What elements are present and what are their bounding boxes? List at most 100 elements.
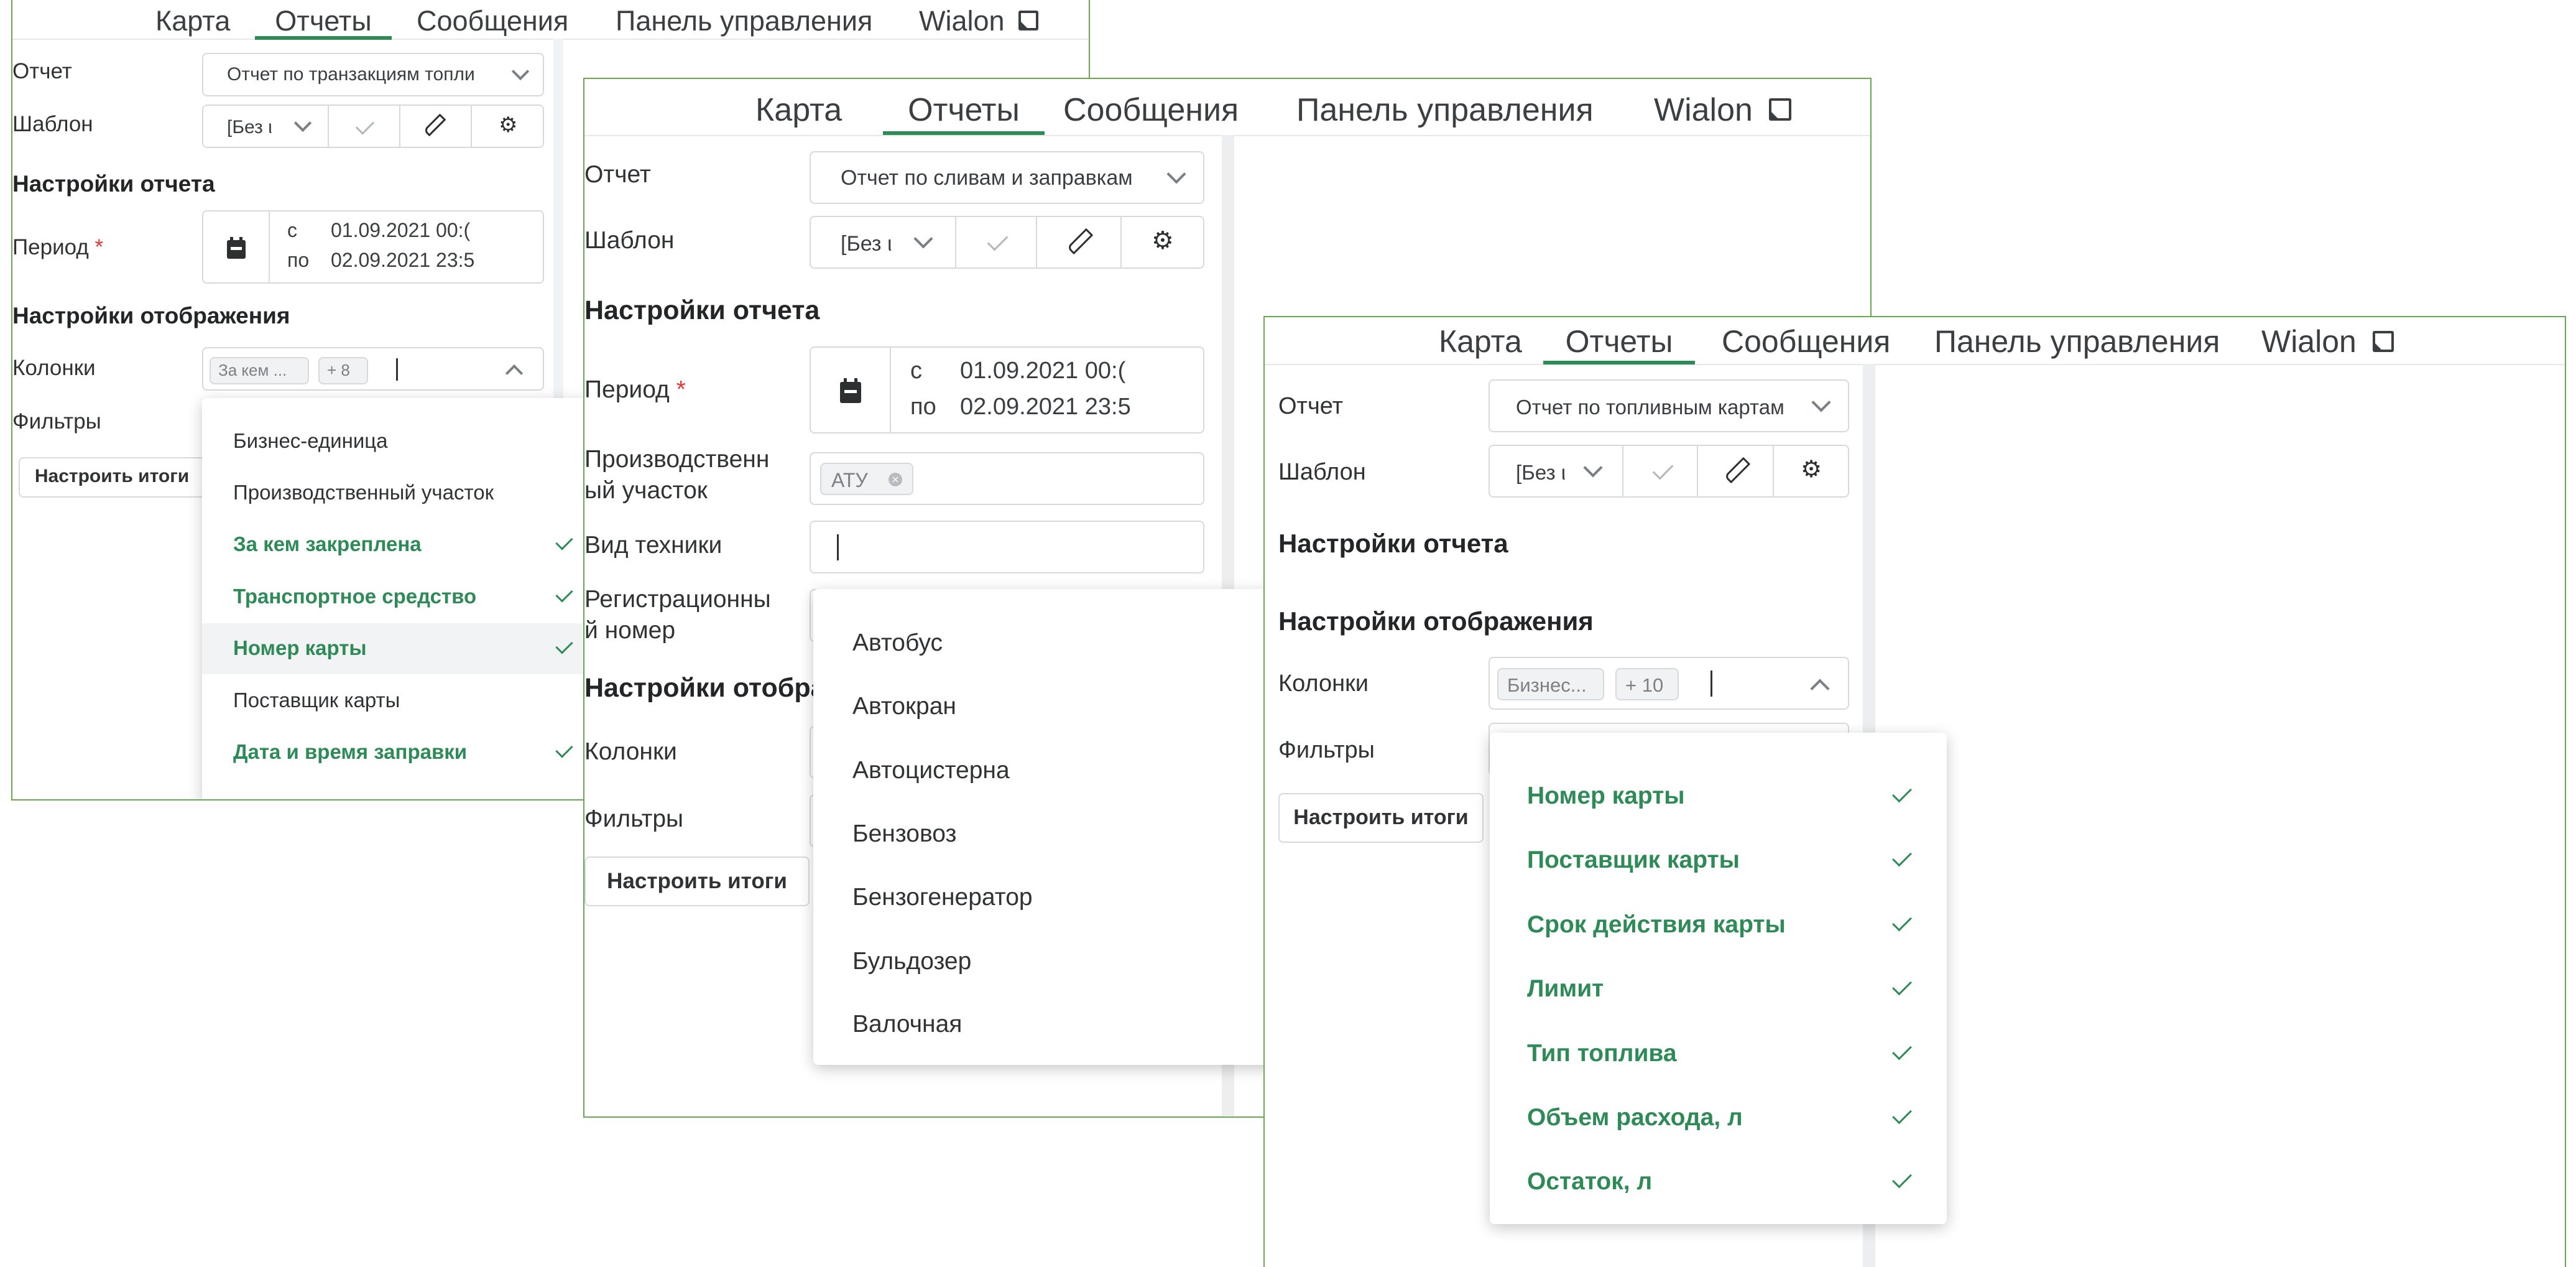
setup-totals-button[interactable]: Настроить итоги	[1278, 793, 1484, 843]
period-to-label: по	[910, 394, 936, 420]
dropdown-option[interactable]: Автобус	[852, 629, 943, 657]
nav-wialon[interactable]: Wialon	[919, 5, 1039, 37]
dropdown-option[interactable]: Производственный участок	[233, 481, 494, 504]
remove-tag-icon[interactable]: ×	[889, 473, 902, 486]
period-label-text: Период	[584, 376, 670, 403]
text-cursor	[1710, 671, 1712, 697]
nav-messages[interactable]: Сообщения	[1063, 91, 1239, 129]
dropdown-option[interactable]: Бизнес-единица	[233, 429, 388, 453]
calendar-icon[interactable]	[840, 378, 861, 403]
period-picker[interactable]: с 01.09.2021 00:( по 02.09.2021 23:5	[810, 346, 1204, 434]
dropdown-option[interactable]: Бензогенератор	[852, 884, 1033, 911]
dropdown-option[interactable]: Валочная	[852, 1011, 962, 1038]
report-select-value: Отчет по топливным картам	[1516, 396, 1784, 419]
production-site-multiselect[interactable]: АТУ ×	[810, 452, 1204, 505]
more-tag: + 8	[318, 357, 368, 384]
dropdown-option[interactable]: Номер карты	[233, 636, 367, 660]
dropdown-option[interactable]: Автокран	[852, 693, 956, 720]
dropdown-option[interactable]: Лимит	[1527, 975, 1604, 1003]
dropdown-option[interactable]: Бензовоз	[852, 820, 956, 848]
template-select-value[interactable]: [Без ι	[841, 232, 897, 256]
period-from-label: с	[287, 219, 297, 241]
period-picker[interactable]: с 01.09.2021 00:( по 02.09.2021 23:5	[202, 210, 544, 284]
report-label: Отчет	[12, 59, 72, 83]
nav-reports[interactable]: Отчеты	[1543, 323, 1695, 364]
report-select[interactable]: Отчет по транзакциям топли	[202, 53, 544, 96]
dropdown-option[interactable]: Срок действия карты	[1527, 911, 1786, 939]
columns-dropdown: Номер карты Поставщик карты Срок действи…	[1490, 733, 1947, 1224]
columns-multiselect[interactable]: Бизнес... + 10	[1489, 657, 1849, 710]
setup-totals-button[interactable]: Настроить итоги	[19, 457, 205, 498]
period-label: Период *	[12, 235, 103, 260]
divider	[1120, 217, 1122, 267]
more-tag: + 10	[1615, 668, 1679, 700]
equipment-type-input[interactable]	[810, 521, 1204, 573]
production-site-tag-label: АТУ	[831, 469, 868, 491]
apply-check-icon[interactable]	[987, 230, 1009, 251]
dropdown-option[interactable]: Номер карты	[1527, 782, 1685, 810]
report-select[interactable]: Отчет по сливам и заправкам	[810, 151, 1204, 204]
chevron-up-icon	[1810, 679, 1830, 698]
nav-messages[interactable]: Сообщения	[417, 5, 568, 37]
dropdown-option[interactable]: Поставщик карты	[1527, 847, 1740, 874]
dropdown-option[interactable]: Тип топлива	[1527, 1040, 1677, 1067]
filters-label: Фильтры	[1278, 737, 1375, 763]
template-label: Шаблон	[12, 112, 93, 136]
template-select-value[interactable]: [Без ι	[227, 117, 277, 138]
report-select[interactable]: Отчет по топливным картам	[1489, 379, 1849, 432]
template-select-value[interactable]: [Без ι	[1516, 461, 1569, 485]
nav-dashboard[interactable]: Панель управления	[1296, 91, 1594, 129]
nav-wialon-label: Wialon	[1654, 92, 1753, 128]
nav-dashboard[interactable]: Панель управления	[616, 5, 872, 37]
check-icon	[1892, 1104, 1912, 1125]
nav-reports[interactable]: Отчеты	[255, 5, 392, 40]
equipment-type-label: Вид техники	[584, 532, 722, 559]
nav-messages[interactable]: Сообщения	[1722, 323, 1890, 360]
columns-multiselect[interactable]: За кем ... + 8	[202, 347, 544, 391]
external-link-icon	[1769, 98, 1792, 121]
dropdown-option[interactable]: Поставщик карты	[233, 689, 400, 712]
report-settings-heading: Настройки отчета	[1278, 529, 1508, 558]
gear-icon[interactable]: ⚙	[1801, 457, 1822, 481]
check-icon	[555, 532, 573, 550]
equipment-type-dropdown: Автобус Автокран Автоцистерна Бензовоз Б…	[813, 589, 1286, 1065]
nav-dashboard[interactable]: Панель управления	[1934, 323, 2220, 360]
apply-check-icon[interactable]	[1652, 458, 1674, 480]
dropdown-option[interactable]: Остаток, л	[1527, 1168, 1652, 1195]
template-control: [Без ι ⚙	[202, 104, 544, 148]
gear-icon[interactable]: ⚙	[499, 114, 517, 136]
check-icon	[1892, 782, 1912, 803]
top-nav: Карта Отчеты Сообщения Панель управления…	[584, 79, 1870, 136]
chevron-down-icon	[913, 229, 933, 249]
nav-reports[interactable]: Отчеты	[883, 91, 1045, 135]
nav-map[interactable]: Карта	[1439, 323, 1522, 360]
dropdown-option[interactable]: Объем расхода, л	[1527, 1104, 1743, 1131]
columns-label: Колонки	[12, 356, 96, 380]
check-icon	[1892, 1040, 1912, 1060]
check-icon	[1892, 975, 1912, 996]
nav-map[interactable]: Карта	[755, 91, 842, 129]
nav-wialon[interactable]: Wialon	[2261, 323, 2394, 360]
nav-wialon[interactable]: Wialon	[1654, 91, 1792, 129]
setup-totals-button[interactable]: Настроить итоги	[584, 856, 810, 906]
report-settings-heading: Настройки отчета	[12, 171, 215, 197]
template-label: Шаблон	[584, 227, 675, 254]
external-link-icon	[2372, 331, 2394, 352]
gear-icon[interactable]: ⚙	[1152, 228, 1174, 253]
dropdown-option[interactable]: Транспортное средство	[233, 585, 476, 608]
edit-pen-icon[interactable]	[423, 113, 446, 137]
calendar-icon[interactable]	[227, 236, 246, 259]
edit-pen-icon[interactable]	[1724, 457, 1751, 484]
dropdown-option[interactable]: За кем закреплена	[233, 532, 422, 556]
check-icon	[1892, 911, 1912, 932]
dropdown-option[interactable]: Дата и время заправки	[233, 740, 467, 764]
edit-pen-icon[interactable]	[1066, 228, 1094, 255]
top-nav: Карта Отчеты Сообщения Панель управления…	[12, 0, 1089, 40]
divider	[269, 211, 270, 282]
apply-check-icon[interactable]	[355, 116, 375, 135]
dropdown-option[interactable]: Бульдозер	[852, 948, 971, 975]
dropdown-option[interactable]: Автоцистерна	[852, 757, 1010, 784]
divider	[1697, 446, 1698, 496]
divider	[471, 106, 472, 147]
nav-map[interactable]: Карта	[155, 5, 230, 37]
